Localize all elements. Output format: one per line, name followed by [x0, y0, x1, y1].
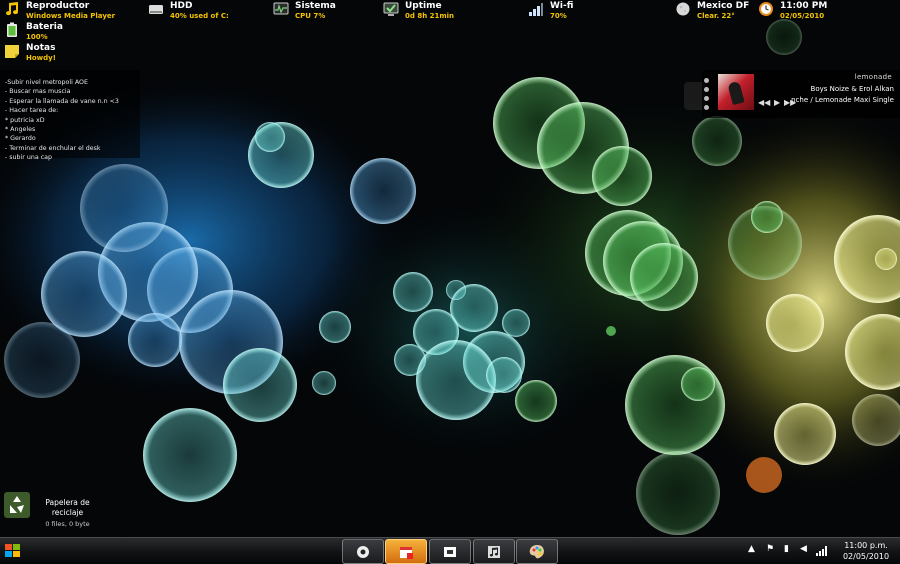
play-icon[interactable]: ▶	[774, 98, 780, 107]
note-item: - Esperar la llamada de vane n.n <3	[5, 97, 119, 105]
note-item: * Angeles	[5, 126, 36, 134]
system-gadget[interactable]: Sistema CPU 7%	[273, 1, 336, 21]
wifi-signal-icon	[529, 3, 543, 16]
menu-dot[interactable]	[704, 78, 709, 83]
action-center-flag-icon[interactable]: ⚑	[766, 544, 774, 554]
media-track: nche / Lemonade Maxi Single	[791, 96, 894, 104]
start-button-icon[interactable]	[0, 538, 26, 564]
note-item: - Terminar de enchular el desk	[5, 144, 101, 152]
hdd-title: HDD	[170, 1, 193, 11]
weather-sub: Clear. 22°	[697, 12, 735, 20]
hdd-gadget[interactable]: HDD 40% used of C:	[148, 1, 229, 21]
note-item: * Gerardo	[5, 135, 36, 143]
clock-icon	[759, 2, 773, 16]
notes-panel[interactable]: -Subir nivel metropoli AOE - Buscar mas …	[0, 70, 140, 161]
system-title: Sistema	[295, 1, 336, 11]
media-artist: Boys Noize & Erol Alkan	[810, 85, 894, 93]
cpu-monitor-icon	[273, 2, 289, 15]
notes-sub: Howdy!	[26, 54, 56, 62]
note-item: -Subir nivel metropoli AOE	[5, 79, 88, 86]
media-center-icon	[357, 545, 369, 558]
taskbar-date: 02/05/2010	[842, 552, 890, 561]
wifi-gadget[interactable]: Wi-fi 70%	[528, 1, 573, 21]
music-app-icon	[488, 545, 500, 558]
battery-gadget[interactable]: Bateria 100%	[4, 22, 63, 42]
media-brand: lemonade	[854, 73, 892, 81]
moon-weather-icon	[676, 2, 690, 16]
notes-title: Notas	[26, 43, 56, 53]
top-info-bar: Reproductor Windows Media Player HDD 40%…	[0, 0, 900, 22]
window-icon	[444, 546, 456, 557]
clock-sub: 02/05/2010	[780, 12, 825, 20]
note-item: - subir una cap	[5, 154, 53, 162]
album-art	[718, 74, 754, 110]
recycle-bin-sub: 0 files, 0 byte	[45, 520, 90, 528]
note-item: * putricia xD	[5, 116, 45, 124]
notes-gadget[interactable]: Notas Howdy!	[4, 43, 56, 63]
player-sub: Windows Media Player	[26, 12, 116, 20]
volume-icon[interactable]: ◀	[800, 544, 807, 554]
recycle-bin-icon[interactable]	[4, 492, 30, 518]
weather-gadget[interactable]: Mexico DF Clear. 22°	[675, 1, 749, 21]
taskbar-calendar-button[interactable]	[385, 539, 427, 564]
menu-dot[interactable]	[704, 96, 709, 101]
wifi-sub: 70%	[550, 12, 567, 20]
uptime-monitor-icon	[383, 2, 399, 16]
notes-list: -Subir nivel metropoli AOE - Buscar mas …	[0, 70, 140, 163]
media-player-gadget[interactable]: lemonade Boys Noize & Erol Alkan ◀◀ ▶ ▶▶…	[684, 70, 900, 118]
taskbar-window-button[interactable]	[429, 539, 471, 564]
taskbar: ▲ ⚑ ▮ ◀ 11:00 p.m. 02/05/2010	[0, 537, 900, 564]
taskbar-music-button[interactable]	[473, 539, 515, 564]
menu-dot[interactable]	[704, 105, 709, 110]
taskbar-paint-button[interactable]	[516, 539, 558, 564]
taskbar-time: 11:00 p.m.	[844, 541, 888, 550]
paint-palette-icon	[529, 544, 544, 558]
clock-title: 11:00 PM	[780, 1, 828, 11]
wifi-title: Wi-fi	[550, 1, 574, 11]
player-title: Reproductor	[26, 1, 90, 11]
power-icon[interactable]: ▮	[784, 544, 789, 554]
weather-title: Mexico DF	[697, 1, 750, 11]
recycle-bin-label[interactable]: Papelera de reciclaje	[40, 498, 95, 518]
system-tray: ▲ ⚑ ▮ ◀	[748, 544, 830, 558]
show-hidden-icons-icon[interactable]: ▲	[748, 544, 755, 554]
hard-drive-icon	[149, 5, 163, 14]
uptime-sub: 0d 8h 21min	[405, 12, 455, 20]
uptime-title: Uptime	[405, 1, 442, 11]
sticky-note-icon	[5, 45, 19, 58]
note-item: - Hacer tarea de:	[5, 107, 59, 115]
battery-sub: 100%	[26, 33, 48, 41]
note-item: - Buscar mas muscia	[5, 88, 71, 96]
uptime-gadget[interactable]: Uptime 0d 8h 21min	[383, 1, 454, 21]
hdd-sub: 40% used of C:	[170, 12, 229, 20]
player-gadget[interactable]: Reproductor Windows Media Player	[4, 1, 115, 21]
network-signal-icon[interactable]	[816, 545, 828, 556]
taskbar-clock[interactable]: 11:00 p.m. 02/05/2010	[836, 540, 896, 562]
menu-dot[interactable]	[704, 87, 709, 92]
calendar-icon	[400, 546, 413, 559]
battery-icon	[7, 22, 17, 37]
clock-gadget[interactable]: 11:00 PM 02/05/2010	[758, 1, 827, 21]
system-sub: CPU 7%	[295, 12, 326, 20]
taskbar-media-center-button[interactable]	[342, 539, 384, 564]
music-note-icon	[6, 2, 19, 16]
previous-icon[interactable]: ◀◀	[758, 98, 770, 107]
battery-title: Bateria	[26, 22, 63, 32]
